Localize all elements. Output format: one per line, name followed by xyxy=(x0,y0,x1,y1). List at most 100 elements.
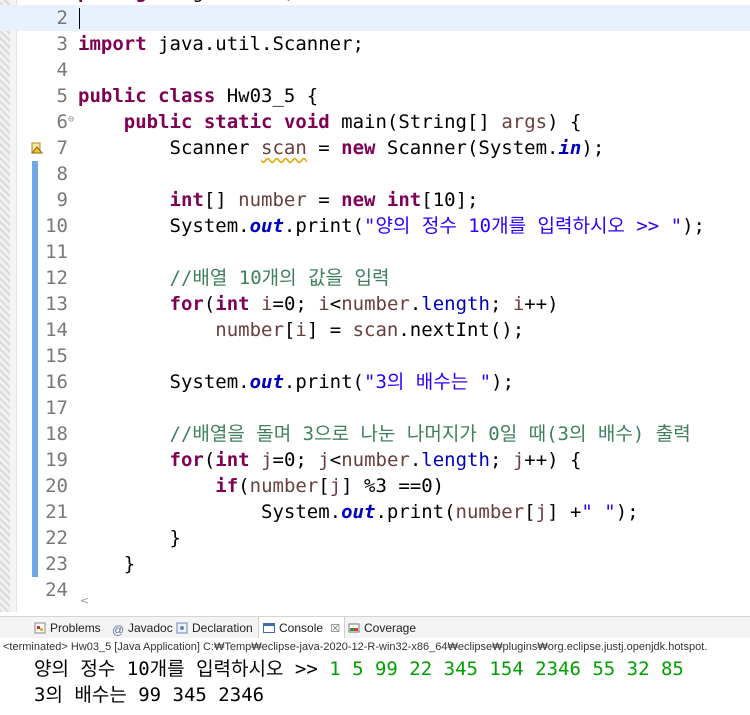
code-text: public class Hw03_5 { xyxy=(78,85,319,107)
code-text: System.out.print("양의 정수 10개를 입력하시오 >> ")… xyxy=(78,215,706,237)
code-text: for(int i=0; i<number.length; i++) xyxy=(169,293,559,315)
tab-problems-label: Problems xyxy=(50,621,101,635)
code-line: 13 for(int i=0; i<number.length; i++) xyxy=(0,291,750,317)
code-line: 11 xyxy=(0,239,750,265)
change-ruler xyxy=(32,499,38,525)
tab-declaration-label: Declaration xyxy=(192,621,253,635)
line-number: 23 xyxy=(45,553,68,575)
bottom-view-tabs: Problems @ Javadoc Declaration Console ☒ … xyxy=(0,616,750,639)
line-number: 19 xyxy=(45,449,68,471)
problems-icon xyxy=(34,619,46,634)
line-number: 21 xyxy=(45,501,68,523)
tab-declaration[interactable]: Declaration xyxy=(176,617,253,639)
code-line: 8 xyxy=(0,161,750,187)
code-line: 18 //배열을 돌며 3으로 나눈 나머지가 0일 때(3의 배수) 출력 xyxy=(0,421,750,447)
line-number: 22 xyxy=(45,527,68,549)
change-ruler xyxy=(32,239,38,265)
change-ruler xyxy=(32,395,38,421)
code-text: //배열을 돌며 3으로 나눈 나머지가 0일 때(3의 배수) 출력 xyxy=(169,423,691,445)
change-ruler xyxy=(32,317,38,343)
line-number: 18 xyxy=(45,423,68,445)
line-number: 12 xyxy=(45,267,68,289)
line-number: 15 xyxy=(45,345,68,367)
fold-collapse-icon[interactable]: ⊖ xyxy=(68,109,74,135)
code-text: } xyxy=(78,553,136,575)
line-number: 20 xyxy=(45,475,68,497)
code-line: 3 import java.util.Scanner; xyxy=(0,31,750,57)
line-number: 6 xyxy=(56,111,68,133)
code-editor[interactable]: package algorithms;23import java.util.Sc… xyxy=(0,0,750,612)
line-number: 9 xyxy=(56,189,68,211)
change-ruler xyxy=(32,525,38,551)
tab-problems[interactable]: Problems xyxy=(34,617,101,639)
change-ruler xyxy=(32,213,38,239)
line-number: 8 xyxy=(56,163,68,185)
code-line: 15 xyxy=(0,343,750,369)
javadoc-icon: @ xyxy=(112,623,125,637)
code-line: 5 public class Hw03_5 { xyxy=(0,83,750,109)
close-console-icon[interactable]: ☒ xyxy=(330,623,340,635)
console-icon xyxy=(263,619,275,633)
line-number: 3 xyxy=(56,33,68,55)
code-line: 22 } xyxy=(0,525,750,551)
scroll-left-icon[interactable]: < xyxy=(80,594,89,607)
tab-javadoc[interactable]: @ Javadoc xyxy=(112,617,173,639)
code-text: Scanner scan = new Scanner(System.in); xyxy=(78,137,605,159)
code-line: 12 //배열 10개의 값을 입력 xyxy=(0,265,750,291)
code-line: 14 number[i] = scan.nextInt(); xyxy=(0,317,750,343)
tab-coverage[interactable]: Coverage xyxy=(348,617,416,639)
code-line: 19 for(int j=0; j<number.length; j++) { xyxy=(0,447,750,473)
code-text: System.out.print("3의 배수는 "); xyxy=(78,371,515,393)
line-number: 2 xyxy=(56,7,68,29)
console-output-line-2: 3의 배수는 99 345 2346 xyxy=(34,684,265,706)
code-line: 9 int[] number = new int[10]; xyxy=(0,187,750,213)
code-line: 6 ⊖ public static void main(String[] args… xyxy=(0,109,750,135)
tab-console[interactable]: Console ☒ xyxy=(258,617,346,639)
code-text: public static void main(String[] args) { xyxy=(123,111,582,133)
console-output-line-1: 양의 정수 10개를 입력하시오 >> 1 5 99 22 345 154 23… xyxy=(34,655,684,683)
change-ruler xyxy=(32,187,38,213)
line-number: 17 xyxy=(45,397,68,419)
change-ruler xyxy=(32,161,38,187)
warning-icon[interactable] xyxy=(30,140,44,154)
change-ruler xyxy=(32,551,38,577)
code-line: 20 if(number[j] %3 ==0) xyxy=(0,473,750,499)
line-number: 16 xyxy=(45,371,68,393)
code-text: //배열 10개의 값을 입력 xyxy=(169,267,390,289)
line-number: 7 xyxy=(56,137,68,159)
coverage-icon xyxy=(348,619,360,633)
code-text: if(number[j] %3 ==0) xyxy=(215,475,445,497)
declaration-icon xyxy=(176,619,188,634)
change-ruler xyxy=(32,421,38,447)
code-line: 16 System.out.print("3의 배수는 "); xyxy=(0,369,750,395)
change-ruler xyxy=(32,473,38,499)
code-text: int[] number = new int[10]; xyxy=(169,189,479,211)
code-text: import java.util.Scanner; xyxy=(78,33,364,55)
console-prompt: 양의 정수 10개를 입력하시오 >> xyxy=(34,658,330,680)
change-ruler xyxy=(32,369,38,395)
console-user-input: 1 5 99 22 345 154 2346 55 32 85 xyxy=(329,658,684,680)
line-number: 11 xyxy=(45,241,68,263)
line-number: 10 xyxy=(45,215,68,237)
tab-coverage-label: Coverage xyxy=(364,621,417,635)
horizontal-scrollbar[interactable]: < xyxy=(78,594,750,610)
text-caret xyxy=(79,8,80,29)
line-number: 4 xyxy=(56,59,68,81)
tab-javadoc-label: Javadoc xyxy=(128,621,173,635)
code-line: 23 } xyxy=(0,551,750,577)
change-ruler xyxy=(32,265,38,291)
code-text: for(int j=0; j<number.length; j++) { xyxy=(169,449,582,471)
code-line: 2 xyxy=(0,5,750,31)
code-line: 17 xyxy=(0,395,750,421)
change-ruler xyxy=(32,291,38,317)
line-number: 24 xyxy=(45,579,68,601)
code-line: 10 System.out.print("양의 정수 10개를 입력하시오 >>… xyxy=(0,213,750,239)
code-text: System.out.print(number[j] +" "); xyxy=(78,501,639,523)
code-text: number[i] = scan.nextInt(); xyxy=(215,319,525,341)
change-ruler xyxy=(32,447,38,473)
change-ruler xyxy=(32,343,38,369)
tab-console-label: Console xyxy=(279,621,324,635)
line-number: 5 xyxy=(56,85,68,107)
line-number: 13 xyxy=(45,293,68,315)
code-line: 7 Scanner scan = new Scanner(System.in); xyxy=(0,135,750,161)
